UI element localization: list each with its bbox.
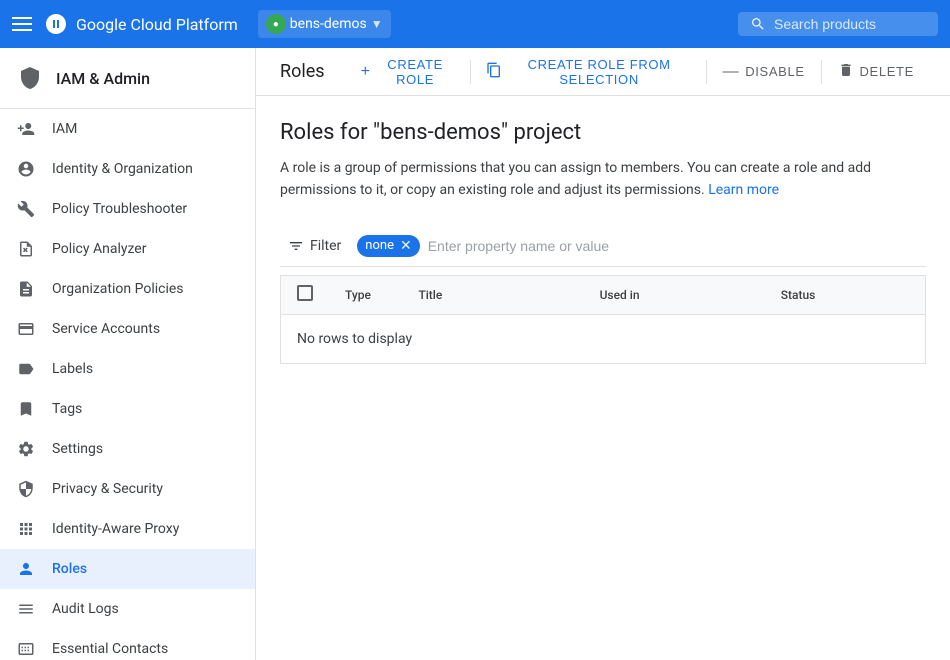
sidebar-item-label: Settings [52, 441, 103, 457]
toolbar: Roles + CREATE ROLE CREATE ROLE FROM SEL… [256, 48, 950, 96]
sidebar-item-settings[interactable]: Settings [0, 429, 255, 469]
sidebar-item-label: Policy Analyzer [52, 241, 146, 257]
filter-icon [288, 238, 304, 254]
sidebar-header: IAM & Admin [0, 48, 255, 109]
toolbar-title: Roles [280, 61, 325, 82]
project-name: bens-demos [290, 16, 367, 32]
sidebar-item-policy-analyzer[interactable]: Policy Analyzer [0, 229, 255, 269]
sidebar-title: IAM & Admin [56, 69, 150, 88]
chevron-down-icon: ▼ [371, 17, 383, 31]
sidebar-item-tags[interactable]: Tags [0, 389, 255, 429]
filter-chip-label: none [365, 238, 394, 253]
list-lines-icon [16, 599, 36, 619]
sidebar-item-service-accounts[interactable]: Service Accounts [0, 309, 255, 349]
grid-app-icon [16, 519, 36, 539]
shield-icon [16, 64, 44, 92]
sidebar-item-label: Roles [52, 561, 87, 577]
delete-label: DELETE [860, 64, 914, 79]
column-header-status: Status [773, 284, 909, 306]
filter-button[interactable]: Filter [280, 234, 349, 258]
plus-icon: + [361, 63, 371, 81]
sidebar-item-privacy-security[interactable]: Privacy & Security [0, 469, 255, 509]
sidebar-item-label: Policy Troubleshooter [52, 201, 187, 217]
sidebar-item-identity-aware-proxy[interactable]: Identity-Aware Proxy [0, 509, 255, 549]
project-selector[interactable]: ● bens-demos ▼ [258, 10, 391, 38]
sidebar-item-label: Labels [52, 361, 93, 377]
bookmark-icon [16, 399, 36, 419]
toolbar-divider-3 [821, 60, 822, 84]
search-input[interactable] [774, 16, 924, 32]
gcp-logo-icon [44, 12, 68, 36]
sidebar-item-org-policies[interactable]: Organization Policies [0, 269, 255, 309]
column-header-type: Type [337, 284, 410, 306]
delete-button[interactable]: DELETE [826, 48, 926, 96]
filter-input[interactable] [428, 238, 926, 254]
description-text: A role is a group of permissions that yo… [280, 160, 871, 198]
column-header-used-in: Used in [592, 284, 773, 306]
learn-more-link[interactable]: Learn more [708, 182, 779, 198]
person-circle-icon [16, 159, 36, 179]
sidebar-item-label: Tags [52, 401, 82, 417]
toolbar-divider-2 [706, 60, 707, 84]
sidebar-item-audit-logs[interactable]: Audit Logs [0, 589, 255, 629]
sidebar-item-label: IAM [52, 121, 77, 137]
filter-chip[interactable]: none ✕ [357, 235, 419, 257]
toolbar-divider [470, 60, 471, 84]
table-empty-message: No rows to display [281, 315, 925, 363]
sidebar-item-iam[interactable]: IAM [0, 109, 255, 149]
main-layout: IAM & Admin IAM Identity & Organization … [0, 48, 950, 660]
id-card-icon [16, 319, 36, 339]
sidebar-item-policy-troubleshooter[interactable]: Policy Troubleshooter [0, 189, 255, 229]
list-doc-icon [16, 279, 36, 299]
sidebar-item-label: Essential Contacts [52, 641, 168, 657]
brand-name: Google Cloud Platform [44, 12, 238, 36]
person-add-icon [16, 119, 36, 139]
create-role-label: CREATE ROLE [377, 57, 454, 87]
page-description: A role is a group of permissions that yo… [280, 157, 926, 202]
sidebar-item-label: Identity & Organization [52, 161, 193, 177]
top-navigation: Google Cloud Platform ● bens-demos ▼ [0, 0, 950, 48]
filter-bar: Filter none ✕ [280, 226, 926, 267]
select-all-checkbox[interactable] [297, 285, 313, 301]
doc-search-icon [16, 239, 36, 259]
table-header-checkbox[interactable] [297, 285, 337, 305]
sidebar-item-identity-org[interactable]: Identity & Organization [0, 149, 255, 189]
disable-label: DISABLE [745, 64, 804, 79]
create-role-from-selection-label: CREATE ROLE FROM SELECTION [508, 57, 689, 87]
hamburger-menu-icon[interactable] [12, 17, 32, 31]
content-area: Roles for "bens-demos" project A role is… [256, 96, 950, 660]
tag-icon [16, 359, 36, 379]
column-header-title: Title [410, 284, 591, 306]
sidebar-item-label: Audit Logs [52, 601, 119, 617]
trash-icon [838, 62, 854, 81]
sidebar-item-labels[interactable]: Labels [0, 349, 255, 389]
project-icon: ● [266, 14, 286, 34]
brand-label: Google Cloud Platform [76, 15, 238, 34]
disable-button[interactable]: — DISABLE [711, 48, 817, 96]
gear-icon [16, 439, 36, 459]
filter-chip-close-icon[interactable]: ✕ [400, 238, 412, 254]
sidebar-item-essential-contacts[interactable]: Essential Contacts [0, 629, 255, 660]
sidebar-item-label: Identity-Aware Proxy [52, 521, 179, 537]
roles-table: Type Title Used in Status No rows to dis… [280, 275, 926, 364]
sidebar-item-label: Service Accounts [52, 321, 160, 337]
search-box[interactable] [738, 12, 938, 36]
sidebar-item-label: Organization Policies [52, 281, 184, 297]
shield-lock-icon [16, 479, 36, 499]
main-content: Roles + CREATE ROLE CREATE ROLE FROM SEL… [256, 48, 950, 660]
sidebar-item-roles[interactable]: Roles [0, 549, 255, 589]
create-role-from-selection-button[interactable]: CREATE ROLE FROM SELECTION [474, 48, 701, 96]
minus-icon: — [723, 63, 740, 81]
page-title: Roles for "bens-demos" project [280, 120, 926, 145]
wrench-icon [16, 199, 36, 219]
filter-label: Filter [310, 238, 341, 254]
search-icon [750, 16, 766, 32]
id-badge-icon [16, 639, 36, 659]
sidebar-item-label: Privacy & Security [52, 481, 163, 497]
table-header: Type Title Used in Status [281, 276, 925, 315]
copy-icon [486, 62, 502, 81]
create-role-button[interactable]: + CREATE ROLE [349, 48, 466, 96]
sidebar: IAM & Admin IAM Identity & Organization … [0, 48, 256, 660]
person-key-icon [16, 559, 36, 579]
